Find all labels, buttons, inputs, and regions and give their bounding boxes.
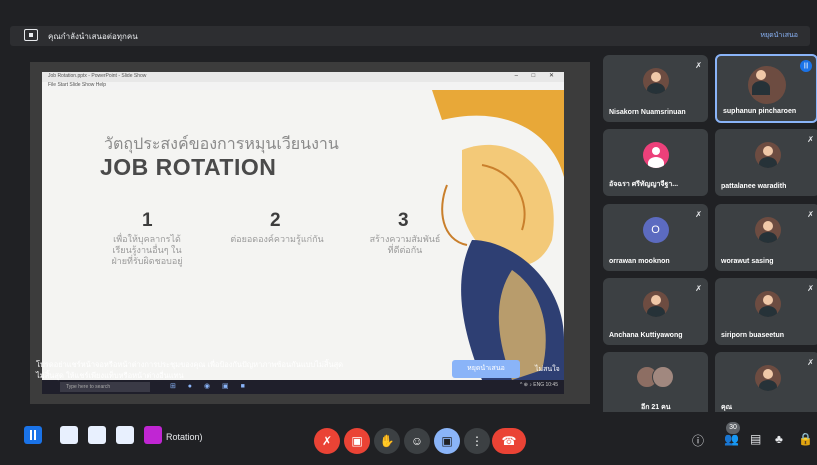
participant-tile[interactable]: อัจฉรา ศรีทัญญาจีฐา... xyxy=(603,129,708,196)
objective-number: 3 xyxy=(398,210,409,231)
raise-hand-icon[interactable]: ✋ xyxy=(374,428,400,454)
pause-icon[interactable] xyxy=(24,426,42,444)
participant-name: Nisakorn Nuamsrinuan xyxy=(609,109,686,116)
objective-line: ที่ดีต่อกัน xyxy=(387,245,423,255)
mic-off-icon[interactable]: ✗ xyxy=(314,428,340,454)
avatar xyxy=(754,217,781,243)
participant-tile[interactable]: O ✗ orrawan mooknon xyxy=(603,204,708,271)
share-warning: โปรดอย่าแชร์หน้าจอหรือหน้าต่างการประชุมข… xyxy=(30,352,590,386)
present-icon xyxy=(24,29,38,41)
warning-text: โปรดอย่าแชร์หน้าจอหรือหน้าต่างการประชุมข… xyxy=(36,359,343,381)
meeting-title: Rotation) xyxy=(166,432,203,442)
window-menubar: File Start Slide Show Help xyxy=(42,82,564,90)
avatar xyxy=(754,291,781,317)
participant-tile-active-speaker[interactable]: ||| suphanun pincharoen xyxy=(715,54,817,123)
dismiss-button[interactable]: ไม่สนใจ xyxy=(535,364,560,375)
participant-name: pattalanee waradith xyxy=(721,183,787,190)
presentation-slide: วัตถุประสงค์ของการหมุนเวียนงาน JOB ROTAT… xyxy=(42,90,564,380)
presenting-text: คุณกำลังนำเสนอต่อทุกคน xyxy=(48,32,138,41)
mic-off-icon: ✗ xyxy=(807,210,814,219)
host-controls-icon[interactable]: 🔒 xyxy=(798,432,813,446)
participant-tile-self[interactable]: ✗ คุณ xyxy=(715,352,817,419)
avatar xyxy=(642,142,669,168)
stop-presenting-button[interactable]: หยุดนำเสนอ xyxy=(452,360,520,378)
participant-name: worawut sasing xyxy=(721,258,774,265)
participant-tile[interactable]: ✗ Anchana Kuttiyawong xyxy=(603,278,708,345)
camera-off-icon[interactable]: ▣ xyxy=(344,428,370,454)
objective-line: ต่อยอดองค์ความรู้แก่กัน xyxy=(230,234,324,244)
bottom-control-bar: Rotation) ✗ ▣ ✋ ☺ ▣ ⋮ ☎ ⓘ 30 👥 ▤ ♣ 🔒 xyxy=(0,412,817,465)
pen-icon[interactable] xyxy=(88,426,106,444)
objective-line: สร้างความสัมพันธ์ xyxy=(369,234,441,244)
window-title: Job Rotation.pptx - PowerPoint - Slide S… xyxy=(48,73,147,79)
avatar xyxy=(651,366,674,388)
mic-off-icon: ✗ xyxy=(695,61,702,70)
avatar xyxy=(642,291,669,317)
end-call-icon[interactable]: ☎ xyxy=(492,428,526,454)
top-bar: คุณกำลังนำเสนอต่อทุกคน หยุดนำเสนอ xyxy=(0,0,817,50)
more-options-icon[interactable]: ⋮ xyxy=(464,428,490,454)
participant-name: Anchana Kuttiyawong xyxy=(609,332,683,339)
mic-off-icon: ✗ xyxy=(695,210,702,219)
stop-presenting-link[interactable]: หยุดนำเสนอ xyxy=(760,30,798,41)
participant-tile[interactable]: ✗ pattalanee waradith xyxy=(715,129,817,196)
chat-icon[interactable]: ▤ xyxy=(750,432,761,446)
slide-title: JOB ROTATION xyxy=(100,154,277,180)
presenting-banner: คุณกำลังนำเสนอต่อทุกคน หยุดนำเสนอ xyxy=(10,26,810,46)
participant-name: orrawan mooknon xyxy=(609,258,670,265)
window-menu: File Start Slide Show Help xyxy=(48,82,107,88)
mic-off-icon: ✗ xyxy=(807,358,814,367)
group-avatars xyxy=(635,366,676,388)
app-icon[interactable] xyxy=(60,426,78,444)
objective-line: เรียนรู้งานอื่นๆ ใน xyxy=(112,245,182,255)
mic-off-icon: ✗ xyxy=(807,284,814,293)
avatar xyxy=(747,66,786,104)
objective-text: เพื่อให้บุคลากรได้ เรียนรู้งานอื่นๆ ใน ฝ… xyxy=(102,234,192,267)
app-icon[interactable] xyxy=(144,426,162,444)
participant-tile[interactable]: ✗ siriporn buaseetun xyxy=(715,278,817,345)
objective-text: สร้างความสัมพันธ์ ที่ดีต่อกัน xyxy=(360,234,450,256)
warning-line: โปรดอย่าแชร์หน้าจอหรือหน้าต่างการประชุมข… xyxy=(36,360,344,369)
warning-line: ไม่สิ้นสุด ให้แชร์เพียงแท็บหรือหน้าต่างอ… xyxy=(36,371,184,380)
objective-text: ต่อยอดองค์ความรู้แก่กัน xyxy=(222,234,332,245)
participant-name: siriporn buaseetun xyxy=(721,332,785,339)
objective-number: 1 xyxy=(142,210,153,231)
avatar xyxy=(754,142,781,168)
present-icon[interactable]: ▣ xyxy=(434,428,460,454)
window-controls: – □ ✕ xyxy=(514,73,560,79)
participant-name: suphanun pincharoen xyxy=(723,108,797,115)
participant-tile[interactable]: ✗ Nisakorn Nuamsrinuan xyxy=(603,55,708,122)
objective-line: เพื่อให้บุคลากรได้ xyxy=(113,234,181,244)
avatar: O xyxy=(642,217,669,243)
participant-tile[interactable]: ✗ worawut sasing xyxy=(715,204,817,271)
avatar xyxy=(754,365,781,391)
mic-off-icon: ✗ xyxy=(807,135,814,144)
objective-number: 2 xyxy=(270,210,281,231)
participant-name: อัจฉรา ศรีทัญญาจีฐา... xyxy=(609,181,679,188)
link-icon[interactable] xyxy=(116,426,134,444)
window-titlebar: Job Rotation.pptx - PowerPoint - Slide S… xyxy=(42,72,564,82)
more-participants-tile[interactable]: อีก 21 คน xyxy=(603,352,708,419)
objective-line: ฝ่ายที่รับผิดชอบอยู่ xyxy=(111,256,183,266)
info-icon[interactable]: ⓘ xyxy=(692,432,704,449)
activities-icon[interactable]: ♣ xyxy=(775,432,783,446)
avatar xyxy=(642,68,669,94)
people-icon[interactable]: 👥 xyxy=(724,432,739,446)
mic-off-icon: ✗ xyxy=(695,284,702,293)
speaking-indicator-icon: ||| xyxy=(800,60,812,72)
emoji-icon[interactable]: ☺ xyxy=(404,428,430,454)
